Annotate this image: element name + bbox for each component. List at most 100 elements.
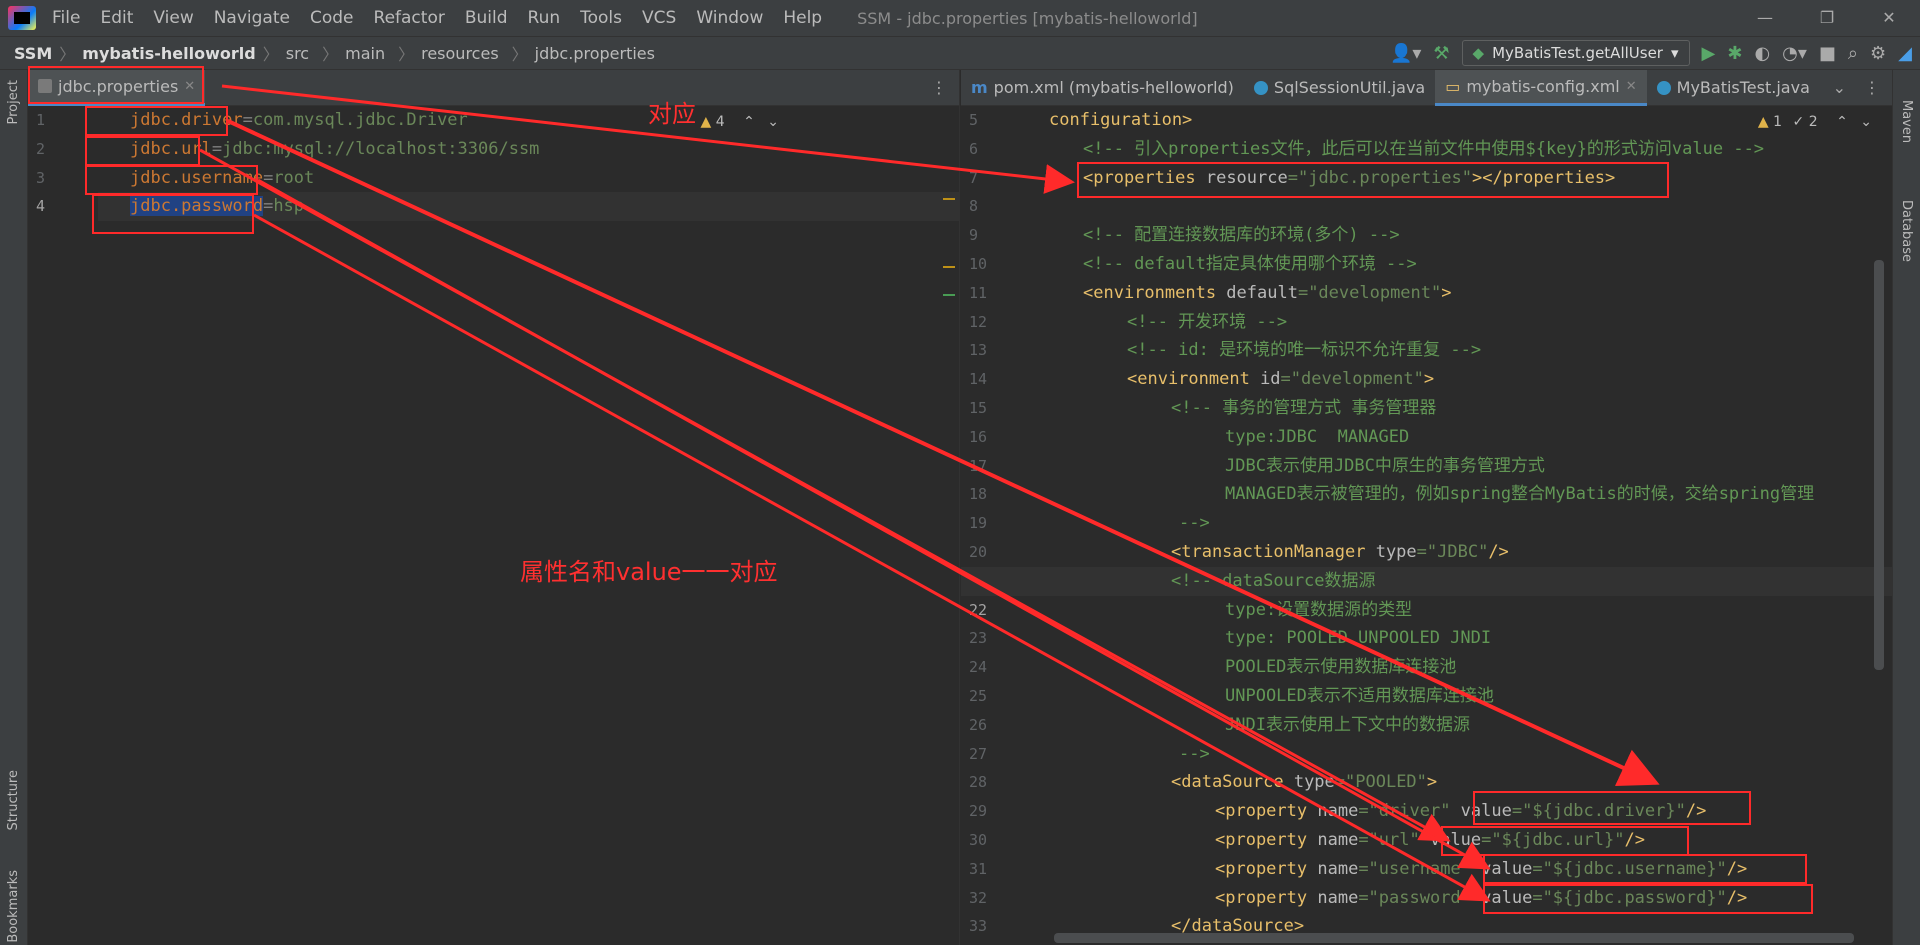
- breadcrumb-module[interactable]: mybatis-helloworld: [82, 44, 255, 63]
- breadcrumb-file[interactable]: jdbc.properties: [535, 44, 655, 63]
- menu-view[interactable]: View: [143, 8, 203, 28]
- stop-icon[interactable]: ■: [1819, 43, 1836, 64]
- code-line: <!-- id: 是环境的唯一标识不允许重复 -->: [1127, 340, 1482, 361]
- project-tool-button[interactable]: Project: [6, 80, 21, 124]
- search-icon[interactable]: ⌕: [1848, 43, 1858, 64]
- build-hammer-icon[interactable]: ⚒: [1433, 43, 1449, 64]
- annotation-box: [85, 136, 200, 166]
- debug-icon[interactable]: ✱: [1727, 43, 1742, 64]
- annotation-box: [85, 165, 258, 195]
- menu-code[interactable]: Code: [300, 8, 364, 28]
- profile-icon[interactable]: ◔▾: [1782, 43, 1807, 64]
- close-tab-icon[interactable]: ✕: [1626, 79, 1637, 94]
- left-tool-strip: Project Structure Bookmarks: [0, 70, 28, 945]
- breadcrumb-src[interactable]: src: [286, 44, 309, 63]
- database-tool-button[interactable]: Database: [1899, 200, 1914, 262]
- structure-tool-button[interactable]: Structure: [6, 770, 21, 830]
- run-configuration-select[interactable]: ◆ MyBatisTest.getAllUser ▾: [1461, 40, 1690, 66]
- code-line: <!-- 引入properties文件，此后可以在当前文件中使用${key}的形…: [1083, 138, 1765, 159]
- menu-help[interactable]: Help: [773, 8, 832, 28]
- line-number: 15: [969, 399, 988, 417]
- tab-sqlsessionutil[interactable]: SqlSessionUtil.java: [1244, 70, 1435, 106]
- menu-file[interactable]: File: [42, 8, 90, 28]
- right-editor-pane: m pom.xml (mybatis-helloworld) SqlSessio…: [961, 69, 1892, 945]
- line-number: 10: [969, 255, 988, 273]
- right-tool-strip: Maven Database: [1892, 70, 1920, 945]
- code-line: <environment id="development">: [1127, 369, 1435, 390]
- menu-vcs[interactable]: VCS: [632, 8, 686, 28]
- annotation-box: [1441, 826, 1689, 856]
- menu-refactor[interactable]: Refactor: [364, 8, 455, 28]
- horizontal-scrollbar[interactable]: [1054, 933, 1854, 943]
- close-window-button[interactable]: ✕: [1858, 0, 1920, 36]
- line-number: 27: [969, 744, 988, 763]
- breadcrumb: SSM 〉 mybatis-helloworld 〉 src 〉 main 〉 reso…: [14, 43, 655, 65]
- line-number: 11: [969, 283, 988, 302]
- annotation-box: [1077, 162, 1669, 198]
- restore-button[interactable]: ❐: [1796, 0, 1858, 36]
- window-title: SSM - jdbc.properties [mybatis-helloworl…: [857, 8, 1198, 28]
- line-number: 26: [969, 715, 988, 734]
- menu-navigate[interactable]: Navigate: [204, 8, 300, 28]
- line-number: 7: [969, 168, 979, 187]
- line-number: 13: [969, 341, 988, 360]
- coverage-icon[interactable]: ◐: [1754, 43, 1770, 64]
- annotation-box: [92, 194, 254, 234]
- menu-edit[interactable]: Edit: [90, 8, 143, 28]
- vertical-scrollbar[interactable]: [1874, 260, 1884, 670]
- code-line: <!-- dataSource数据源: [1171, 570, 1376, 591]
- run-icon[interactable]: ▶: [1702, 43, 1716, 64]
- tab-mybatistest[interactable]: MyBatisTest.java: [1647, 70, 1820, 106]
- line-number: 18: [969, 485, 988, 504]
- line-number: 28: [969, 773, 988, 792]
- code-line: -->: [1179, 743, 1210, 764]
- line-number: 12: [969, 312, 988, 331]
- java-class-icon: [1656, 80, 1671, 95]
- annotation-corresponds: 对应: [648, 100, 696, 128]
- line-number: 20: [969, 543, 988, 561]
- code-line: <!-- 配置连接数据库的环境(多个) -->: [1083, 225, 1400, 246]
- code-line: type: POOLED UNPOOLED JNDI: [1225, 628, 1492, 649]
- line-number: 14: [969, 370, 988, 389]
- code-line: <!-- 开发环境 -->: [1127, 311, 1288, 332]
- more-tabs-icon[interactable]: ⋮: [931, 78, 947, 97]
- bookmarks-tool-button[interactable]: Bookmarks: [6, 870, 21, 943]
- code-line: type:JDBC MANAGED: [1225, 426, 1410, 447]
- code-line: <!-- 事务的管理方式 事务管理器: [1171, 398, 1437, 418]
- breadcrumb-resources[interactable]: resources: [421, 44, 499, 63]
- code-line: configuration>: [1049, 110, 1193, 130]
- line-number: 16: [969, 427, 988, 446]
- menu-window[interactable]: Window: [686, 8, 773, 28]
- code-line: type:设置数据源的类型: [1225, 599, 1413, 620]
- chevron-down-icon[interactable]: ⌄: [1833, 78, 1846, 97]
- settings-gear-icon[interactable]: ⚙: [1870, 43, 1886, 64]
- code-line: JDBC表示使用JDBC中原生的事务管理方式: [1225, 455, 1545, 476]
- navigation-bar: SSM 〉 mybatis-helloworld 〉 src 〉 main 〉 reso…: [0, 36, 1920, 70]
- code-line: -->: [1179, 513, 1210, 534]
- line-number: 32: [969, 888, 988, 907]
- right-code-area[interactable]: configuration> <!-- 引入properties文件，此后可以在…: [961, 106, 1892, 945]
- maven-tool-button[interactable]: Maven: [1899, 100, 1914, 143]
- minimize-button[interactable]: —: [1734, 0, 1796, 36]
- line-number: 25: [969, 687, 988, 705]
- menu-run[interactable]: Run: [518, 8, 571, 28]
- tab-mybatis-config[interactable]: ▭ mybatis-config.xml ✕: [1435, 69, 1647, 106]
- line-number: 17: [969, 456, 988, 475]
- user-icon[interactable]: 👤▾: [1390, 43, 1421, 64]
- more-tabs-icon[interactable]: ⋮: [1864, 78, 1880, 97]
- line-number: 6: [969, 139, 979, 158]
- breadcrumb-project[interactable]: SSM: [14, 44, 52, 63]
- intellij-logo-icon: [8, 6, 36, 30]
- breadcrumb-main[interactable]: main: [345, 44, 385, 63]
- tab-pom-xml[interactable]: m pom.xml (mybatis-helloworld): [961, 70, 1244, 106]
- menu-build[interactable]: Build: [455, 8, 518, 28]
- line-number: 23: [969, 629, 988, 648]
- line-number: 24: [969, 658, 988, 677]
- maven-file-icon: m: [971, 78, 988, 97]
- menu-tools[interactable]: Tools: [570, 8, 632, 28]
- line-number: 8: [969, 197, 979, 216]
- xml-file-icon: ▭: [1445, 76, 1461, 96]
- toolbox-icon[interactable]: ◢: [1898, 43, 1912, 64]
- line-number: 19: [969, 514, 988, 533]
- right-gutter: 5678910111213141516171819202122232425262…: [961, 106, 1031, 945]
